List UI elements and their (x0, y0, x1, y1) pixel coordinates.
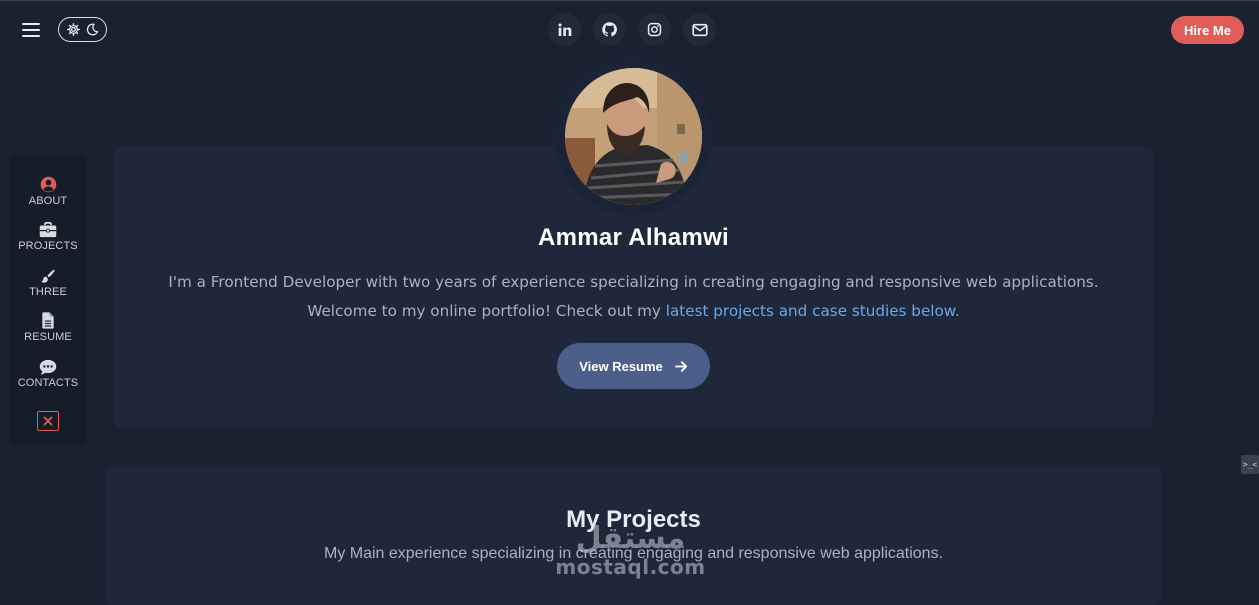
bio-line-2: Welcome to my online portfolio! Check ou… (114, 297, 1153, 326)
github-link[interactable] (593, 13, 626, 46)
sidebar-item-label: RESUME (24, 331, 72, 343)
projects-subtitle: My Main experience specializing in creat… (323, 545, 944, 562)
sidebar-item-projects[interactable]: PROJECTS (9, 220, 87, 252)
linkedin-icon (557, 22, 571, 36)
briefcase-icon (39, 220, 57, 238)
github-icon (602, 22, 617, 37)
sidebar-item-resume[interactable]: RESUME (9, 311, 87, 343)
close-sidebar-button[interactable] (37, 411, 59, 431)
instagram-icon (647, 22, 662, 37)
paintbrush-icon (40, 266, 56, 284)
sidebar-item-label: PROJECTS (18, 240, 78, 252)
projects-card (106, 465, 1161, 605)
sidebar-item-label: ABOUT (28, 195, 68, 207)
sidebar-item-label: CONTACTS (17, 377, 79, 389)
document-icon (41, 311, 55, 329)
instagram-link[interactable] (638, 13, 671, 46)
edge-tab[interactable]: >_< (1241, 455, 1259, 474)
moon-icon (86, 23, 99, 36)
theme-toggle[interactable] (58, 17, 107, 42)
chat-bubble-icon (39, 357, 57, 375)
user-circle-icon (40, 175, 57, 193)
sidebar-item-about[interactable]: ABOUT (9, 175, 87, 207)
close-icon (43, 416, 53, 426)
sidebar-item-three[interactable]: THREE (9, 266, 87, 298)
projects-title: My Projects (566, 506, 701, 533)
hamburger-menu-icon[interactable] (22, 22, 40, 38)
view-resume-button[interactable]: View Resume (557, 343, 710, 389)
email-link[interactable] (683, 13, 716, 46)
gear-icon (66, 23, 80, 36)
social-links (548, 13, 716, 46)
sidebar-nav: ABOUT PROJECTS THREE RESUME CONTACTS (9, 155, 87, 445)
view-resume-label: View Resume (579, 358, 663, 374)
projects-link[interactable]: latest projects and case studies below. (666, 302, 960, 320)
top-border (0, 0, 1259, 1)
envelope-icon (691, 23, 708, 36)
avatar (565, 68, 702, 205)
linkedin-link[interactable] (548, 13, 581, 46)
sidebar-item-contacts[interactable]: CONTACTS (9, 357, 87, 389)
sidebar-item-label: THREE (29, 286, 67, 298)
bio-line-1: I'm a Frontend Developer with two years … (168, 273, 1099, 291)
bio-line-2-text: Welcome to my online portfolio! Check ou… (307, 302, 666, 320)
profile-bio: I'm a Frontend Developer with two years … (114, 268, 1153, 326)
hire-me-button[interactable]: Hire Me (1171, 16, 1244, 44)
arrow-right-icon (674, 360, 687, 372)
profile-name: Ammar Alhamwi (537, 224, 730, 251)
